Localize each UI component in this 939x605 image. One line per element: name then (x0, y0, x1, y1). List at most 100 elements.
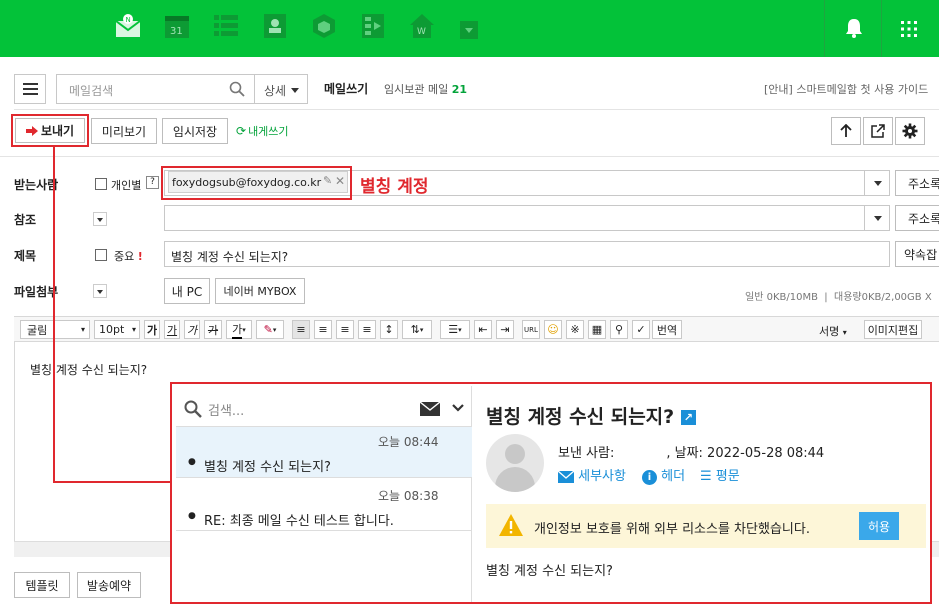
divider (14, 109, 939, 110)
chevron-down-icon (291, 88, 299, 93)
align-right-button[interactable]: ≡ (336, 320, 354, 339)
find-icon[interactable]: ⚲ (610, 320, 628, 339)
settings-button[interactable] (895, 117, 925, 145)
justify-button[interactable]: ≡ (358, 320, 376, 339)
message-time: 오늘 08:38 (378, 489, 439, 503)
grid-icon[interactable] (900, 20, 918, 38)
appointment-button[interactable]: 약속잡 (895, 241, 939, 267)
strike-button[interactable]: 가 (204, 320, 222, 339)
important-checkbox[interactable] (95, 249, 107, 261)
list-button[interactable]: ☰ ▾ (440, 320, 470, 339)
guide-link[interactable]: [안내] 스마트메일함 첫 사용 가이드 (764, 81, 928, 97)
preview-button[interactable]: 미리보기 (91, 118, 157, 144)
important-mark: ! (137, 250, 143, 263)
svg-text:W: W (417, 27, 426, 37)
recipient-chip[interactable]: foxydogsub@foxydog.co.kr ✎ ✕ (168, 171, 348, 193)
send-button[interactable]: 보내기 (15, 118, 85, 143)
avatar (486, 434, 544, 492)
chevron-down-icon (97, 290, 103, 294)
details-link[interactable]: 세부사항 (557, 465, 626, 484)
subject-input[interactable]: 별칭 계정 수신 되는지? (164, 241, 890, 267)
envelope-icon (557, 470, 575, 483)
subject-label: 제목 (14, 249, 37, 263)
cc-toggle[interactable] (93, 212, 107, 226)
align-center-button[interactable]: ≡ (314, 320, 332, 339)
table-icon[interactable]: ▦ (588, 320, 606, 339)
important-label: 중요 ! (114, 250, 143, 263)
underline-button[interactable]: 가 (164, 320, 180, 339)
message-list-item[interactable]: 오늘 08:44 ● 별칭 계정 수신 되는지? (176, 426, 472, 478)
translate-button[interactable]: 번역 (652, 320, 682, 339)
calendar-icon[interactable]: 31 (164, 13, 190, 39)
line-height-button[interactable]: ↕ (380, 320, 398, 339)
font-color-button[interactable]: 가 ▾ (226, 320, 252, 339)
envelope-icon[interactable] (420, 402, 440, 416)
special-char-button[interactable]: ※ (566, 320, 584, 339)
line-spacing-button[interactable]: ⇅ ▾ (402, 320, 432, 339)
plain-text-link[interactable]: ☰ 평문 (700, 465, 740, 484)
indent-button[interactable]: ⇥ (496, 320, 514, 339)
message-list-item[interactable]: 오늘 08:38 ● RE: 최종 메일 수신 테스트 합니다. (176, 479, 472, 531)
headers-link[interactable]: i 헤더 (642, 465, 685, 485)
svg-text:N: N (126, 16, 131, 24)
to-label: 받는사람 (14, 178, 59, 192)
message-subject: 별칭 계정 수신 되는지? (204, 460, 331, 475)
list-icon[interactable] (213, 13, 239, 39)
message-time: 오늘 08:44 (378, 435, 439, 449)
contacts-icon[interactable] (262, 13, 288, 39)
cube-icon[interactable] (311, 13, 337, 39)
editor-text: 별칭 계정 수신 되는지? (30, 363, 148, 377)
drafts-link[interactable]: 임시보관 메일 21 (384, 81, 467, 97)
mybox-button[interactable]: 네이버 MYBOX (215, 278, 305, 304)
message-title: 별칭 계정 수신 되는지? ↗ (486, 402, 696, 429)
save-draft-button[interactable]: 임시저장 (162, 118, 228, 144)
bell-icon (846, 19, 862, 38)
subject-value: 별칭 계정 수신 되는지? (171, 250, 289, 264)
emoji-icon[interactable]: ☺ (544, 320, 562, 339)
template-button[interactable]: 템플릿 (14, 572, 70, 598)
to-dropdown[interactable] (864, 170, 890, 196)
attach-toggle[interactable] (93, 284, 107, 298)
link-button[interactable]: URL (522, 320, 540, 339)
search-icon[interactable] (229, 81, 245, 97)
highlight-button[interactable]: ✎ ▾ (256, 320, 284, 339)
upload-button[interactable] (831, 117, 861, 145)
popup-search-input[interactable]: 검색... (208, 400, 244, 419)
popout-button[interactable] (863, 117, 893, 145)
open-external-icon[interactable]: ↗ (680, 410, 696, 425)
cc-label: 참조 (14, 213, 37, 227)
image-edit-button[interactable]: 이미지편집 (864, 320, 922, 339)
cc-field[interactable] (164, 205, 890, 231)
video-icon[interactable] (360, 13, 386, 39)
chevron-down-icon[interactable] (452, 404, 464, 412)
my-pc-button[interactable]: 내 PC (164, 278, 210, 304)
spellcheck-button[interactable]: ✓ (632, 320, 650, 339)
help-icon[interactable]: ? (146, 176, 159, 189)
font-size-select[interactable]: 10pt ▾ (94, 320, 140, 339)
individual-checkbox[interactable] (95, 178, 107, 190)
italic-button[interactable]: 가 (184, 320, 200, 339)
menu-button[interactable] (14, 74, 46, 104)
self-send-button[interactable]: ⟳ 내게쓰기 (236, 123, 289, 139)
mail-search-input[interactable]: 메일검색 (56, 74, 255, 104)
font-family-select[interactable]: 굴림 ▾ (20, 320, 90, 339)
detail-search-dropdown[interactable]: 상세 (254, 74, 308, 104)
message-body: 별칭 계정 수신 되는지? (486, 564, 613, 579)
schedule-button[interactable]: 발송예약 (77, 572, 141, 598)
outdent-button[interactable]: ⇤ (474, 320, 492, 339)
gear-icon (902, 123, 918, 139)
signature-select[interactable]: 서명 ▾ (819, 323, 847, 339)
notifications-button[interactable] (824, 0, 882, 57)
bold-button[interactable]: 가 (144, 320, 160, 339)
mail-icon[interactable]: N (115, 13, 141, 39)
search-icon (184, 400, 202, 418)
cc-address-book-button[interactable]: 주소록 (895, 205, 939, 231)
address-book-button[interactable]: 주소록 (895, 170, 939, 196)
cc-dropdown[interactable] (864, 205, 890, 231)
allow-button[interactable]: 허용 (859, 512, 899, 540)
close-icon[interactable]: ✕ (335, 174, 345, 188)
more-apps-button[interactable] (460, 21, 478, 39)
works-icon[interactable]: W (409, 13, 435, 39)
edit-icon[interactable]: ✎ (323, 174, 332, 187)
align-left-button[interactable]: ≡ (292, 320, 310, 339)
